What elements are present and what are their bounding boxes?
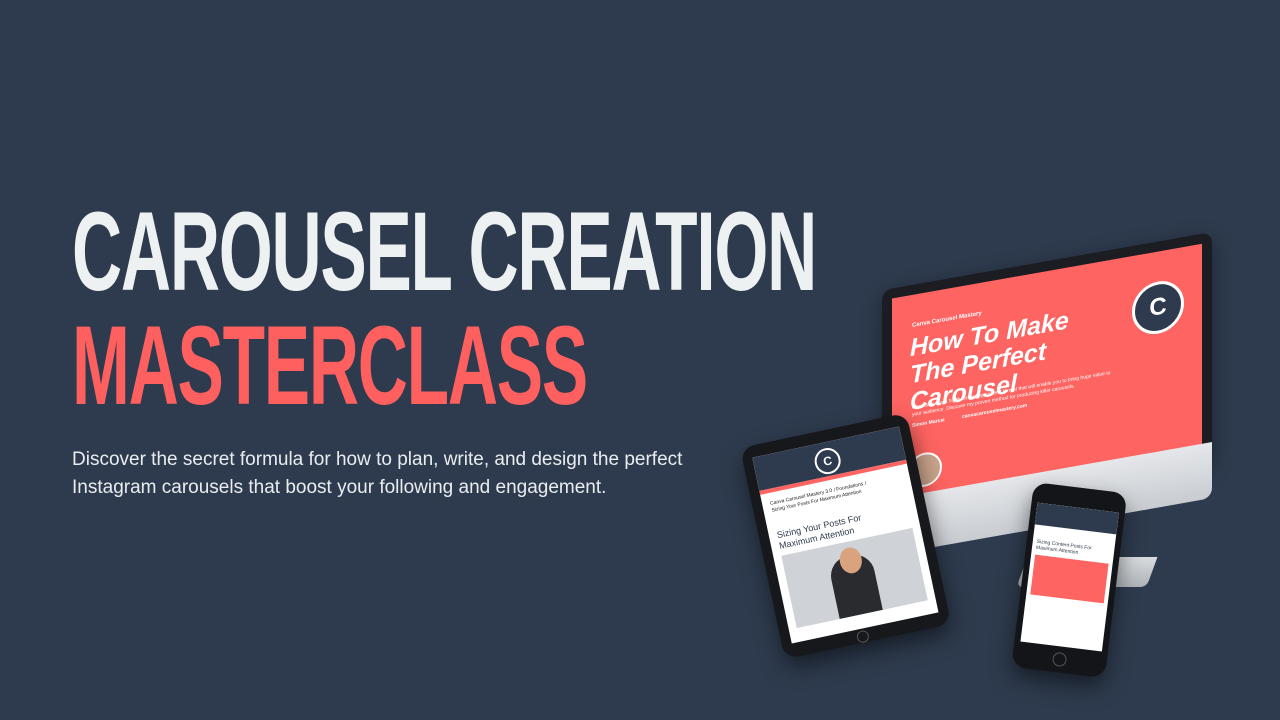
ipad-header: C [752,426,907,491]
ipad-logo-icon: C [812,445,844,477]
iphone-screen: Sizing Content Posts For Maximum Attenti… [1020,502,1119,652]
ipad-logo-letter: C [821,453,834,469]
iphone-header [1034,502,1119,535]
title-line-1: CAROUSEL CREATION [72,189,817,314]
ipad-screen: C Canva Carousel Mastery 3.0 / Foundatio… [752,426,939,644]
iphone-home-button [1051,651,1068,668]
iphone-video-thumbnail [1030,554,1109,604]
title-line-2: MASTERCLASS [72,303,588,428]
brand-logo: C [1132,276,1184,339]
imac-screen-author: Simon Marcel [912,417,945,429]
ipad-home-button [855,629,871,644]
brand-logo-letter: C [1149,292,1167,323]
hero-subtitle: Discover the secret formula for how to p… [72,449,683,498]
